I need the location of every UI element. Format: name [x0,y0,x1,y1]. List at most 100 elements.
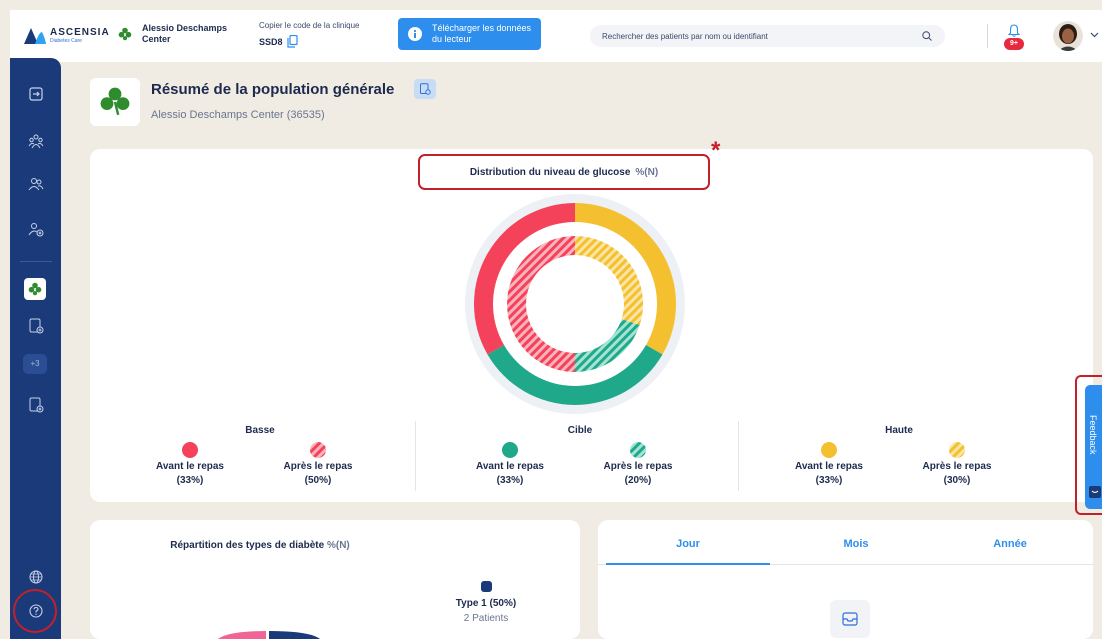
diabetes-types-title-text: Répartition des types de diabète [170,540,325,551]
legend-divider [415,421,416,491]
help-highlight-ring [13,589,57,633]
report-icon [420,83,431,95]
download-label: Télécharger les données du lecteur [432,23,532,44]
ascensia-logo-icon [24,28,46,44]
legend-item: Après le repas (20%) [578,442,698,488]
diabetes-types-card: Répartition des types de diabète %(N) Ty… [90,520,580,639]
sidebar: +3 [10,58,61,639]
notification-badge[interactable]: 9+ [1004,38,1024,50]
clinic-code: Copier le code de la clinique SSD8 [259,21,360,48]
globe-icon [29,570,42,584]
empty-state [830,600,870,638]
legend-group-title: Basse [245,425,275,436]
legend-dot-solid [502,442,518,458]
legend-item: Après le repas (30%) [897,442,1017,488]
diabetes-pie-chart [218,631,320,639]
download-reader-data-button[interactable]: Télécharger les données du lecteur [398,18,541,50]
sidebar-item-report[interactable] [10,311,61,341]
logo-name: ASCENSIA [50,27,110,38]
active-tab-indicator [606,563,770,565]
legend-label: Avant le repas [156,461,224,472]
glucose-donut-chart [465,194,685,414]
type1-patient-count: 2 Patients [463,613,509,624]
clinic-logo [90,78,140,126]
avatar[interactable] [1053,21,1083,51]
header-divider [987,24,988,48]
legend-group-title: Haute [885,425,913,436]
sidebar-item-add-report[interactable] [10,390,61,420]
legend-dot-hatched [310,442,326,458]
legend-label: Après le repas [922,461,992,472]
sidebar-item-language[interactable] [10,562,61,592]
clinic-clover-icon [118,27,132,41]
chat-icon [1089,486,1101,498]
sidebar-item-population[interactable] [10,126,61,156]
legend-label: Après le repas [603,461,673,472]
legend-item: Avant le repas (33%) [130,442,250,488]
legend-label: Avant le repas [476,461,544,472]
population-icon [28,134,43,149]
add-report-icon [29,397,43,413]
chart-title-unit: %(N) [635,166,659,178]
legend-value: (50%) [304,475,332,486]
copy-icon[interactable] [286,35,298,48]
type1-legend-label: Type 1 (50%) [455,598,517,609]
sidebar-item-patients[interactable] [10,169,61,199]
clinic-clover-icon [100,87,130,116]
tab-month[interactable]: Mois [776,538,936,550]
legend-label: Après le repas [283,461,353,472]
legend-value: (33%) [496,475,524,486]
page-title: Résumé de la population générale [151,81,395,98]
clinic-code-value: SSD8 [259,36,283,47]
sidebar-item-add-patient[interactable] [10,214,61,244]
search-icon[interactable] [922,31,932,41]
clinic-code-label: Copier le code de la clinique [259,21,360,30]
tab-day[interactable]: Jour [608,538,768,550]
chevron-down-icon[interactable] [1090,32,1099,38]
feedback-label: Feedback [1088,415,1098,455]
patient-search-input[interactable] [590,25,945,47]
legend-divider [738,421,739,491]
inbox-icon [842,612,858,626]
sidebar-divider [20,261,52,262]
glucose-distribution-card: Distribution du niveau de glucose %(N) *… [90,137,1093,502]
report-icon [29,318,43,334]
diabetes-types-title: Répartition des types de diabète %(N) [90,540,430,551]
legend-dot-hatched [949,442,965,458]
chart-title-text: Distribution du niveau de glucose [469,166,631,178]
add-patient-icon [28,223,43,237]
legend-group-title: Cible [567,425,593,436]
tab-year[interactable]: Année [930,538,1090,550]
legend-label: Avant le repas [795,461,863,472]
required-asterisk: * [711,137,721,164]
legend-value: (33%) [176,475,204,486]
sidebar-more-button[interactable]: +3 [23,354,47,374]
top-bar: ASCENSIA Diabetes Care Alessio Deschamps… [10,10,1102,62]
export-report-button[interactable] [414,79,436,99]
clinic-selector[interactable]: Alessio Deschamps Center [118,23,232,45]
time-range-card: Jour Mois Année [598,520,1093,639]
sidebar-item-clinic[interactable] [24,278,46,300]
legend-item: Avant le repas (33%) [450,442,570,488]
diabetes-types-unit: %(N) [326,540,350,551]
info-icon [408,27,422,41]
legend-dot-hatched [630,442,646,458]
feedback-highlight: Feedback [1075,375,1102,515]
page-subtitle: Alessio Deschamps Center (36535) [151,109,325,121]
clinic-name: Alessio Deschamps Center [142,23,228,44]
legend-value: (33%) [815,475,843,486]
logo-tagline: Diabetes Care [50,38,82,44]
sidebar-item-exit[interactable] [10,79,61,109]
ascensia-logo[interactable]: ASCENSIA Diabetes Care [24,28,110,44]
notification-bell-icon[interactable] [1008,24,1020,37]
patients-icon [28,178,43,191]
feedback-button[interactable]: Feedback [1085,385,1102,509]
legend-item: Avant le repas (33%) [769,442,889,488]
exit-icon [28,87,43,101]
legend-value: (20%) [624,475,652,486]
legend-value: (30%) [943,475,971,486]
type1-legend-dot [481,581,492,592]
legend-dot-solid [821,442,837,458]
chart-title: Distribution du niveau de glucose %(N) [418,154,710,190]
legend-item: Après le repas (50%) [258,442,378,488]
